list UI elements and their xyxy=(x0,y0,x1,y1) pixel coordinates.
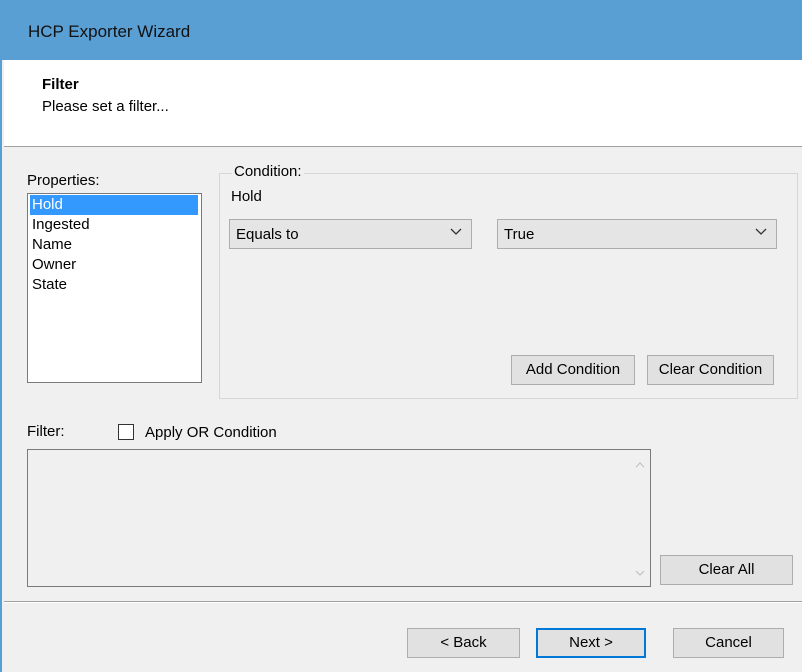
property-item-state[interactable]: State xyxy=(28,275,201,295)
clear-all-button[interactable]: Clear All xyxy=(660,555,793,585)
wizard-header: Filter Please set a filter... xyxy=(4,60,802,147)
property-item-ingested[interactable]: Ingested xyxy=(28,215,201,235)
clear-condition-button[interactable]: Clear Condition xyxy=(647,355,774,385)
value-select-value: True xyxy=(504,226,535,243)
condition-legend: Condition: xyxy=(232,163,304,180)
chevron-down-icon xyxy=(450,228,462,235)
window-title: HCP Exporter Wizard xyxy=(28,22,191,41)
apply-or-label[interactable]: Apply OR Condition xyxy=(145,424,277,441)
properties-label: Properties: xyxy=(27,172,100,189)
filter-scrollbar[interactable] xyxy=(630,450,650,586)
apply-or-checkbox[interactable] xyxy=(118,424,134,440)
scroll-up-icon[interactable] xyxy=(633,458,647,472)
chevron-down-icon xyxy=(755,228,767,235)
add-condition-button[interactable]: Add Condition xyxy=(511,355,635,385)
value-select[interactable]: True xyxy=(497,219,777,249)
scroll-down-icon[interactable] xyxy=(633,566,647,580)
wizard-window: HCP Exporter Wizard Filter Please set a … xyxy=(0,0,802,672)
back-button[interactable]: < Back xyxy=(407,628,520,658)
cancel-button[interactable]: Cancel xyxy=(673,628,784,658)
filter-label: Filter: xyxy=(27,423,65,440)
filter-textarea[interactable] xyxy=(27,449,651,587)
footer-separator xyxy=(4,601,802,603)
property-item-owner[interactable]: Owner xyxy=(28,255,201,275)
properties-listbox[interactable]: Hold Ingested Name Owner State xyxy=(27,193,202,383)
operator-select-value: Equals to xyxy=(236,226,299,243)
title-bar[interactable]: HCP Exporter Wizard xyxy=(2,0,802,60)
page-title: Filter xyxy=(42,76,79,93)
page-subtitle: Please set a filter... xyxy=(42,98,169,115)
property-item-hold[interactable]: Hold xyxy=(30,195,198,215)
property-item-name[interactable]: Name xyxy=(28,235,201,255)
operator-select[interactable]: Equals to xyxy=(229,219,472,249)
next-button[interactable]: Next > xyxy=(536,628,646,658)
condition-property-label: Hold xyxy=(231,188,262,205)
